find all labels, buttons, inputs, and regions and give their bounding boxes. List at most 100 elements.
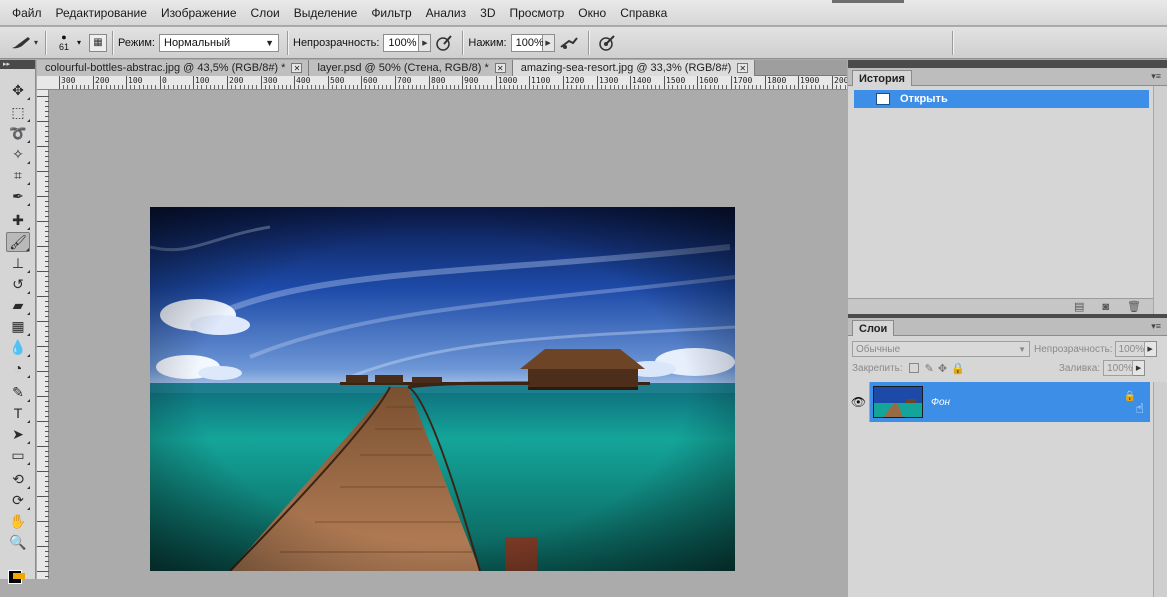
- layer-opacity-input[interactable]: 100%: [1114, 341, 1145, 357]
- shape-tool-icon[interactable]: ▭: [6, 445, 30, 465]
- menu-select[interactable]: Выделение: [288, 6, 366, 20]
- brush-size-picker[interactable]: ● 61: [51, 33, 77, 53]
- zoom-tool-icon[interactable]: 🔍: [6, 532, 30, 552]
- ruler-minor-tick: [722, 85, 723, 89]
- 3d-orbit-tool-icon[interactable]: ⟳: [6, 490, 30, 510]
- layer-opacity-stepper[interactable]: ▶: [1144, 341, 1157, 357]
- type-tool-icon[interactable]: T: [6, 403, 30, 423]
- fill-input[interactable]: 100%: [1103, 360, 1134, 376]
- layer-row[interactable]: 👁 Фон 🔒 ☝: [848, 382, 1150, 422]
- panel-dock-header[interactable]: [848, 60, 1167, 68]
- lock-pixels-icon[interactable]: ✎: [925, 362, 934, 375]
- menu-image[interactable]: Изображение: [155, 6, 245, 20]
- fill-stepper[interactable]: ▶: [1133, 360, 1146, 376]
- flow-stepper[interactable]: ▶: [542, 33, 555, 52]
- ruler-minor-tick: [491, 85, 492, 89]
- trash-icon[interactable]: 🗑: [1127, 300, 1141, 313]
- ruler-minor-tick: [286, 85, 287, 89]
- menu-analysis[interactable]: Анализ: [420, 6, 475, 20]
- ruler-minor-tick: [84, 85, 85, 89]
- snapshot-doc-icon[interactable]: ▤: [1074, 300, 1084, 313]
- ruler-minor-tick: [517, 85, 518, 89]
- flow-input[interactable]: 100%: [510, 33, 544, 52]
- history-item[interactable]: Открыть: [854, 90, 1149, 108]
- healing-brush-tool-icon[interactable]: ✚: [6, 210, 30, 230]
- ruler-tick: [294, 76, 295, 89]
- menu-edit[interactable]: Редактирование: [50, 6, 155, 20]
- layers-scrollbar[interactable]: [1153, 382, 1167, 597]
- ruler-minor-tick: [298, 85, 299, 89]
- tab-layers[interactable]: Слои: [852, 320, 895, 336]
- airbrush-icon[interactable]: [555, 33, 583, 53]
- lock-icon[interactable]: 🔒: [1124, 391, 1136, 402]
- toolbox-grip[interactable]: ▸▸: [0, 60, 35, 69]
- eraser-tool-icon[interactable]: ▰: [6, 295, 30, 315]
- ruler-minor-tick: [134, 85, 135, 89]
- ruler-tick: [563, 76, 564, 89]
- close-icon[interactable]: ✕: [494, 63, 506, 73]
- tab-amazing-sea-resort[interactable]: amazing-sea-resort.jpg @ 33,3% (RGB/8#) …: [512, 60, 756, 76]
- blur-tool-icon[interactable]: 💧: [6, 337, 30, 357]
- opacity-input[interactable]: 100%: [383, 33, 420, 52]
- menu-window[interactable]: Окно: [572, 6, 614, 20]
- move-tool-icon[interactable]: ✥: [6, 80, 30, 100]
- pen-tool-icon[interactable]: ✎: [6, 382, 30, 402]
- brush-panel-toggle-icon[interactable]: ▦: [89, 33, 108, 52]
- history-footer: ▤ ◙ 🗑: [848, 298, 1153, 314]
- quick-select-tool-icon[interactable]: ✧: [6, 144, 30, 164]
- tab-layer-psd[interactable]: layer.psd @ 50% (Стена, RGB/8) * ✕: [309, 60, 513, 76]
- ruler-tick: [37, 521, 49, 522]
- tab-history[interactable]: История: [852, 70, 912, 86]
- menu-view[interactable]: Просмотр: [503, 6, 572, 20]
- history-brush-tool-icon[interactable]: ↺: [6, 274, 30, 294]
- ruler-minor-tick: [588, 85, 589, 89]
- eye-icon[interactable]: 👁: [848, 382, 870, 422]
- canvas-viewport[interactable]: [49, 90, 847, 579]
- menu-layers[interactable]: Слои: [245, 6, 288, 20]
- camera-icon[interactable]: ◙: [1102, 301, 1109, 313]
- path-select-tool-icon[interactable]: ➤: [6, 424, 30, 444]
- 3d-rotate-tool-icon[interactable]: ⟲: [6, 469, 30, 489]
- resort-photo[interactable]: [150, 207, 735, 571]
- clone-stamp-tool-icon[interactable]: ⊥: [6, 253, 30, 273]
- ruler-tick: [328, 76, 329, 89]
- lock-position-icon[interactable]: ✥: [938, 362, 947, 375]
- menu-3d[interactable]: 3D: [474, 6, 503, 20]
- ruler-minor-tick: [626, 85, 627, 89]
- eyedropper-tool-icon[interactable]: ✒: [6, 186, 30, 206]
- menu-file[interactable]: Файл: [6, 6, 50, 20]
- brush-tool-icon[interactable]: 🖌: [6, 232, 30, 252]
- close-icon[interactable]: ✕: [291, 63, 303, 73]
- ruler-tick: [37, 346, 49, 347]
- gradient-tool-icon[interactable]: ▦: [6, 316, 30, 336]
- background-color-swatch[interactable]: [13, 573, 25, 579]
- ruler-minor-tick: [601, 85, 602, 89]
- dodge-tool-icon[interactable]: ◔: [6, 358, 30, 378]
- panel-menu-icon[interactable]: ▾≡: [1151, 321, 1161, 332]
- workspace-switcher[interactable]: [832, 0, 904, 3]
- tablet-size-icon[interactable]: [594, 33, 620, 53]
- lasso-tool-icon[interactable]: ➰: [6, 123, 30, 143]
- lock-all-icon[interactable]: 🔒: [951, 362, 965, 375]
- history-scrollbar[interactable]: [1153, 86, 1167, 314]
- ruler-minor-tick: [622, 85, 623, 89]
- crop-tool-icon[interactable]: ⌗: [6, 165, 30, 185]
- menu-filter[interactable]: Фильтр: [365, 6, 419, 20]
- layers-panel-tabbar: Слои ▾≡: [848, 318, 1167, 336]
- chevron-down-icon[interactable]: ▾: [77, 38, 81, 47]
- marquee-tool-icon[interactable]: ⬚: [6, 102, 30, 122]
- tablet-opacity-icon[interactable]: [431, 33, 457, 53]
- menu-help[interactable]: Справка: [614, 6, 675, 20]
- history-panel-tabbar: История ▾≡: [848, 68, 1167, 86]
- lock-transparency-icon[interactable]: [908, 363, 919, 373]
- layer-blend-mode-select[interactable]: Обычные ▼: [852, 341, 1030, 357]
- brush-preset-icon[interactable]: ▾: [8, 31, 40, 55]
- ruler-tick: [37, 471, 49, 472]
- tab-colourful-bottles[interactable]: colourful-bottles-abstrac.jpg @ 43,5% (R…: [37, 60, 310, 76]
- close-icon[interactable]: ✕: [737, 63, 749, 73]
- hand-tool-icon[interactable]: ✋: [6, 511, 30, 531]
- layer-selected[interactable]: Фон 🔒 ☝: [870, 382, 1150, 422]
- panel-menu-icon[interactable]: ▾≡: [1151, 71, 1161, 82]
- opacity-stepper[interactable]: ▶: [419, 33, 432, 52]
- blend-mode-select[interactable]: Нормальный ▼: [159, 33, 279, 52]
